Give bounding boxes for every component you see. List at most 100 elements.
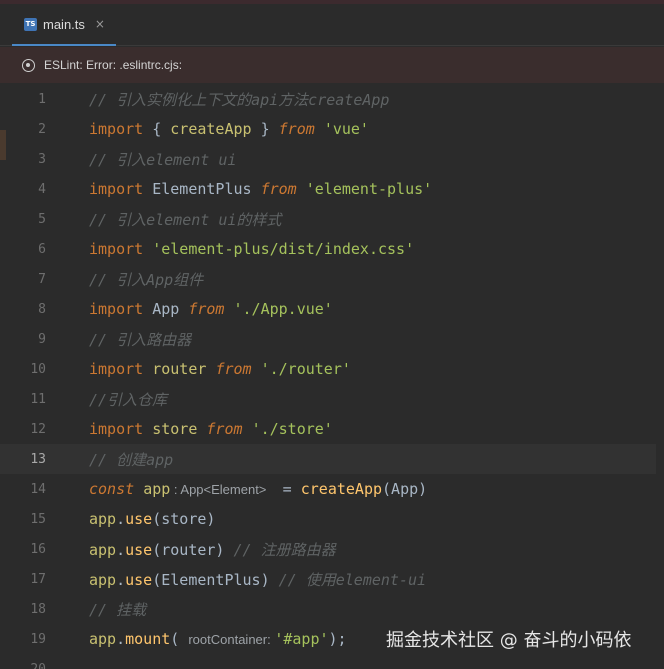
line-number: 6	[38, 241, 46, 257]
code-line[interactable]: 9 // 引入路由器	[0, 324, 664, 354]
line-number: 17	[30, 571, 46, 587]
code-text: const app : App<Element> = createApp(App…	[89, 480, 427, 498]
line-number: 14	[30, 481, 46, 497]
code-token: use	[125, 570, 153, 589]
code-token: app	[89, 540, 117, 559]
code-line[interactable]: 4 import ElementPlus from 'element-plus'	[0, 174, 664, 204]
code-token: '#app'	[274, 630, 329, 648]
code-line[interactable]: 14 const app : App<Element> = createApp(A…	[0, 474, 664, 504]
code-text: app.use(router) // 注册路由器	[89, 539, 336, 560]
line-number: 13	[30, 451, 46, 467]
code-token: from	[260, 180, 297, 198]
code-token: (store)	[152, 510, 216, 528]
code-token: createApp	[170, 120, 252, 138]
code-token: .	[116, 570, 126, 589]
code-text: // 引入路由器	[89, 329, 191, 350]
code-line[interactable]: 18 // 挂载	[0, 594, 664, 624]
code-line[interactable]: 12 import store from './store'	[0, 414, 664, 444]
code-line[interactable]: 6 import 'element-plus/dist/index.css'	[0, 234, 664, 264]
code-token: // 创建app	[89, 450, 174, 469]
code-token: import	[89, 300, 144, 318]
code-line[interactable]: 8 import App from './App.vue'	[0, 294, 664, 324]
code-text: import 'element-plus/dist/index.css'	[89, 240, 414, 258]
line-number: 5	[38, 211, 46, 227]
vertical-scrollbar[interactable]	[656, 84, 664, 669]
code-line[interactable]: 17 app.use(ElementPlus) // 使用element-ui	[0, 564, 664, 594]
line-number: 19	[30, 631, 46, 647]
line-number: 4	[38, 181, 46, 197]
code-token: app	[89, 510, 117, 528]
code-token: // 引入路由器	[89, 330, 192, 349]
code-text: // 引入App组件	[89, 269, 203, 290]
code-token: 'element-plus/dist/index.css'	[152, 240, 415, 258]
code-token: import	[89, 360, 144, 378]
code-line[interactable]: 20	[0, 654, 664, 669]
line-number: 11	[30, 391, 46, 407]
code-token: // 引入App组件	[89, 270, 204, 289]
code-token: .	[116, 630, 126, 648]
close-icon[interactable]: ×	[95, 17, 105, 31]
code-line[interactable]: 7 // 引入App组件	[0, 264, 664, 294]
tab-main-ts[interactable]: TS main.ts ×	[12, 4, 116, 46]
code-text: import App from './App.vue'	[89, 300, 333, 318]
code-token: './router'	[260, 360, 351, 378]
code-token: 'element-plus'	[305, 180, 433, 198]
code-token: from	[278, 120, 315, 138]
line-number: 15	[30, 511, 46, 527]
code-token: store	[143, 420, 207, 438]
code-text: // 创建app	[89, 449, 173, 470]
line-number: 2	[38, 121, 46, 137]
code-line[interactable]: 10 import router from './router'	[0, 354, 664, 384]
code-editor[interactable]: 1 // 引入实例化上下文的api方法createApp 2 import { cre…	[0, 84, 664, 669]
code-line[interactable]: 3 // 引入element ui	[0, 144, 664, 174]
line-number: 1	[38, 91, 46, 107]
code-text: import ElementPlus from 'element-plus'	[89, 180, 432, 198]
typescript-file-icon: TS	[24, 17, 37, 31]
code-line[interactable]: 13 // 创建app	[0, 444, 664, 474]
code-token: // 注册路由器	[233, 540, 336, 559]
code-line[interactable]: 5 // 引入element ui的样式	[0, 204, 664, 234]
code-token: router	[143, 360, 216, 378]
code-token: (router)	[152, 540, 234, 559]
code-line[interactable]: 1 // 引入实例化上下文的api方法createApp	[0, 84, 664, 114]
line-number: 8	[38, 301, 46, 317]
code-token: 'vue'	[323, 120, 369, 138]
code-token: import	[89, 180, 144, 198]
code-text: //引入仓库	[89, 389, 167, 410]
code-token: // 引入element ui的样式	[89, 210, 282, 229]
code-token: // 引入实例化上下文的api方法createApp	[89, 90, 390, 109]
code-token: }	[251, 120, 279, 138]
code-text: import { createApp } from 'vue'	[89, 120, 369, 138]
code-token: .	[116, 510, 126, 528]
code-line[interactable]: 16 app.use(router) // 注册路由器	[0, 534, 664, 564]
code-line[interactable]: 11 //引入仓库	[0, 384, 664, 414]
code-token: =	[273, 480, 301, 498]
line-number: 7	[38, 271, 46, 287]
code-token: (	[170, 630, 189, 648]
code-token: (App)	[382, 480, 428, 498]
code-token: createApp	[300, 480, 383, 498]
line-number: 3	[38, 151, 46, 167]
line-number: 12	[30, 421, 46, 437]
code-token: (ElementPlus)	[152, 570, 279, 589]
code-line[interactable]: 2 import { createApp } from 'vue'	[0, 114, 664, 144]
code-token: App	[143, 300, 189, 318]
code-token: ElementPlus	[143, 180, 261, 198]
code-token: app	[89, 630, 117, 648]
code-line[interactable]: 15 app.use(store)	[0, 504, 664, 534]
code-token: // 引入element ui	[89, 150, 237, 169]
line-number: 10	[30, 361, 46, 377]
code-token: import	[89, 420, 144, 438]
code-token: use	[125, 540, 153, 559]
tab-label: main.ts	[43, 16, 85, 32]
code-token: import	[89, 120, 144, 138]
code-text: import store from './store'	[89, 420, 333, 438]
inlay-hint: : App<Element>	[170, 482, 274, 497]
code-token: './store'	[251, 420, 333, 438]
code-token: from	[188, 300, 225, 318]
